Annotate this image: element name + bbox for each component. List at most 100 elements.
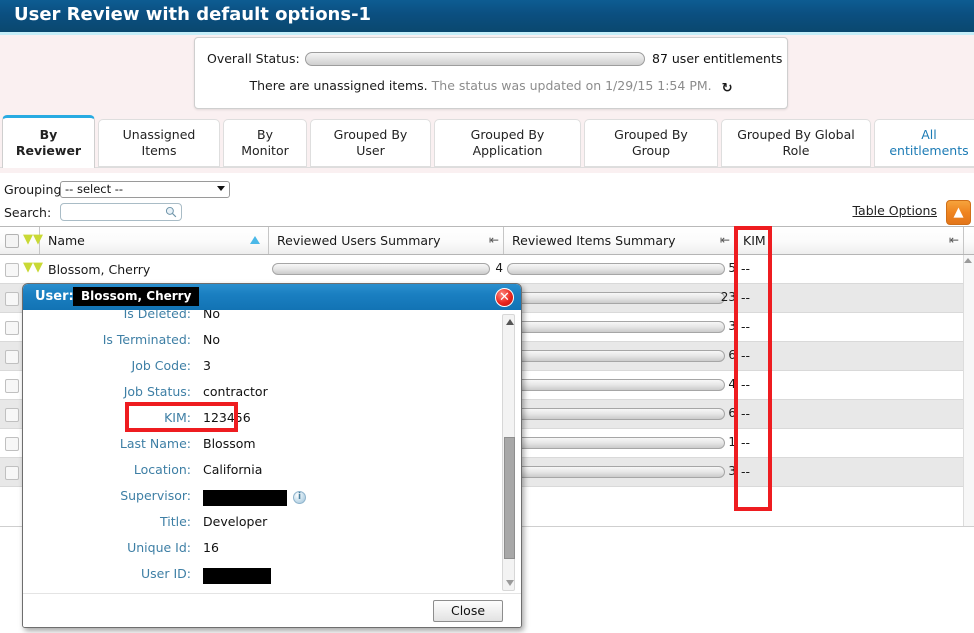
- table-header-row: ▼▼ Name Reviewed Users Summary ⇤ Reviewe…: [0, 227, 974, 255]
- tab-by-reviewer[interactable]: By Reviewer: [2, 115, 95, 168]
- dialog-title-bar: User: Blossom, Cherry ✕: [23, 284, 521, 310]
- field-label-job-status: Job Status:: [123, 384, 191, 399]
- tab-grouped-by-global-role[interactable]: Grouped By Global Role: [721, 119, 871, 167]
- field-label-title: Title:: [160, 514, 191, 529]
- field-value-last-name: Blossom: [203, 436, 256, 451]
- dialog-field-list: Is Deleted: No Is Terminated: No Job Cod…: [31, 310, 515, 595]
- tab-by-reviewer-line1: By: [39, 127, 58, 142]
- tab-all-entitlements-line2: entitlements: [889, 143, 969, 158]
- row-items-bar: [507, 350, 725, 362]
- dialog-scrollbar-thumb[interactable]: [504, 437, 515, 559]
- field-label-is-deleted: Is Deleted:: [123, 310, 191, 321]
- field-value-job-code: 3: [203, 358, 211, 373]
- row-checkbox[interactable]: [5, 292, 19, 306]
- row-items-bar: [507, 263, 725, 275]
- row-expand-chevron-icon[interactable]: ▼▼: [23, 261, 43, 274]
- row-checkbox[interactable]: [5, 437, 19, 451]
- row-name: Blossom, Cherry: [48, 262, 151, 277]
- field-row-job-code: Job Code: 3: [31, 358, 461, 384]
- tab-by-monitor-line2: Monitor: [241, 143, 289, 158]
- column-resize-handle-icon-3[interactable]: ⇤: [949, 233, 959, 247]
- field-label-supervisor: Supervisor:: [120, 488, 191, 503]
- row-checkbox[interactable]: [5, 321, 19, 335]
- status-message-secondary: The status was updated on 1/29/15 1:54 P…: [431, 78, 712, 93]
- select-all-checkbox[interactable]: [5, 234, 19, 248]
- status-zone: Overall Status: 87 user entitlements The…: [0, 35, 974, 115]
- close-button[interactable]: Close: [433, 600, 503, 622]
- scroll-down-icon[interactable]: [506, 580, 514, 586]
- table-vertical-scrollbar[interactable]: [963, 255, 974, 527]
- grouping-select-value: -- select --: [65, 182, 124, 196]
- row-checkbox[interactable]: [5, 350, 19, 364]
- row-items-bar: [507, 292, 725, 304]
- tab-unassigned-items[interactable]: Unassigned Items: [98, 119, 220, 167]
- field-value-unique-id: 16: [203, 540, 219, 555]
- field-label-location: Location:: [133, 462, 191, 477]
- field-label-is-terminated: Is Terminated:: [102, 332, 191, 347]
- scroll-up-icon[interactable]: [506, 319, 514, 325]
- search-label: Search:: [4, 205, 52, 220]
- column-header-reviewed-users-summary[interactable]: Reviewed Users Summary ⇤: [269, 227, 504, 254]
- field-label-unique-id: Unique Id:: [127, 540, 191, 555]
- overall-status-label: Overall Status:: [207, 51, 300, 66]
- tab-grouped-by-application[interactable]: Grouped By Application: [434, 119, 581, 167]
- table-row[interactable]: ▼▼ Blossom, Cherry 4 5 --: [0, 255, 974, 284]
- tab-grouped-by-user[interactable]: Grouped By User: [310, 119, 431, 167]
- page-title: User Review with default options-1: [14, 4, 372, 25]
- grouping-select[interactable]: -- select --: [60, 181, 230, 198]
- column-header-reviewed-items-summary[interactable]: Reviewed Items Summary ⇤: [504, 227, 735, 254]
- status-progress-row: Overall Status: 87 user entitlements: [195, 51, 787, 69]
- tab-grouped-by-user-line2: User: [356, 143, 385, 158]
- sort-ascending-icon: [250, 236, 260, 244]
- field-row-is-deleted: Is Deleted: No: [31, 310, 461, 332]
- entitlement-count: 87 user entitlements: [652, 51, 783, 66]
- tab-by-monitor[interactable]: By Monitor: [223, 119, 307, 167]
- tab-grouped-by-user-line1: Grouped By: [333, 127, 408, 142]
- column-header-name[interactable]: Name: [40, 227, 269, 254]
- refresh-icon[interactable]: ↻: [722, 81, 733, 96]
- user-detail-dialog: User: Blossom, Cherry ✕ Is Deleted: No I…: [22, 283, 522, 628]
- row-checkbox[interactable]: [5, 263, 19, 277]
- field-row-kim: KIM: 123456: [31, 410, 461, 436]
- app-root: User Review with default options-1 Overa…: [0, 0, 974, 633]
- status-message-row: There are unassigned items. The status w…: [195, 78, 787, 96]
- info-icon[interactable]: i: [293, 491, 306, 504]
- search-input[interactable]: [60, 203, 182, 221]
- field-value-job-status: contractor: [203, 384, 268, 399]
- field-value-location: California: [203, 462, 263, 477]
- field-row-user-id: User ID:: [31, 566, 461, 592]
- overall-status-panel: Overall Status: 87 user entitlements The…: [194, 37, 788, 109]
- status-message-primary: There are unassigned items.: [249, 78, 428, 93]
- field-row-supervisor: Supervisor: i: [31, 488, 461, 514]
- field-label-user-id: User ID:: [141, 566, 191, 581]
- red-rectangle-kim-column: [734, 226, 772, 511]
- field-label-job-code: Job Code:: [131, 358, 191, 373]
- field-value-is-terminated: No: [203, 332, 220, 347]
- close-icon[interactable]: ✕: [495, 288, 514, 307]
- double-chevron-up-icon[interactable]: ▲: [946, 200, 971, 225]
- column-header-name-label: Name: [48, 233, 85, 248]
- field-value-title: Developer: [203, 514, 268, 529]
- tab-grouped-by-global-role-line2: Role: [782, 143, 810, 158]
- field-row-last-name: Last Name: Blossom: [31, 436, 461, 462]
- column-header-reviewed-items-summary-label: Reviewed Items Summary: [512, 233, 676, 248]
- tab-by-reviewer-line2: Reviewer: [15, 143, 82, 158]
- column-resize-handle-icon[interactable]: ⇤: [489, 233, 499, 247]
- row-checkbox[interactable]: [5, 408, 19, 422]
- overall-status-progressbar: [305, 52, 645, 66]
- tab-grouped-by-group[interactable]: Grouped By Group: [584, 119, 718, 167]
- tab-all-entitlements-line1: All: [921, 127, 937, 142]
- dialog-vertical-scrollbar[interactable]: [502, 314, 515, 591]
- table-options-link[interactable]: Table Options: [852, 203, 937, 218]
- row-checkbox[interactable]: [5, 379, 19, 393]
- tab-strip-baseline: [0, 167, 974, 168]
- tab-all-entitlements[interactable]: All entitlements: [874, 119, 974, 167]
- tab-bar: By Reviewer Unassigned Items By Monitor …: [0, 115, 974, 173]
- scroll-up-icon[interactable]: [964, 258, 972, 263]
- row-checkbox[interactable]: [5, 466, 19, 480]
- app-header: User Review with default options-1: [0, 0, 974, 32]
- field-value-supervisor-redacted: [203, 490, 287, 506]
- red-rectangle-kim-field: [125, 402, 238, 432]
- column-resize-handle-icon-2[interactable]: ⇤: [720, 233, 730, 247]
- field-row-is-terminated: Is Terminated: No: [31, 332, 461, 358]
